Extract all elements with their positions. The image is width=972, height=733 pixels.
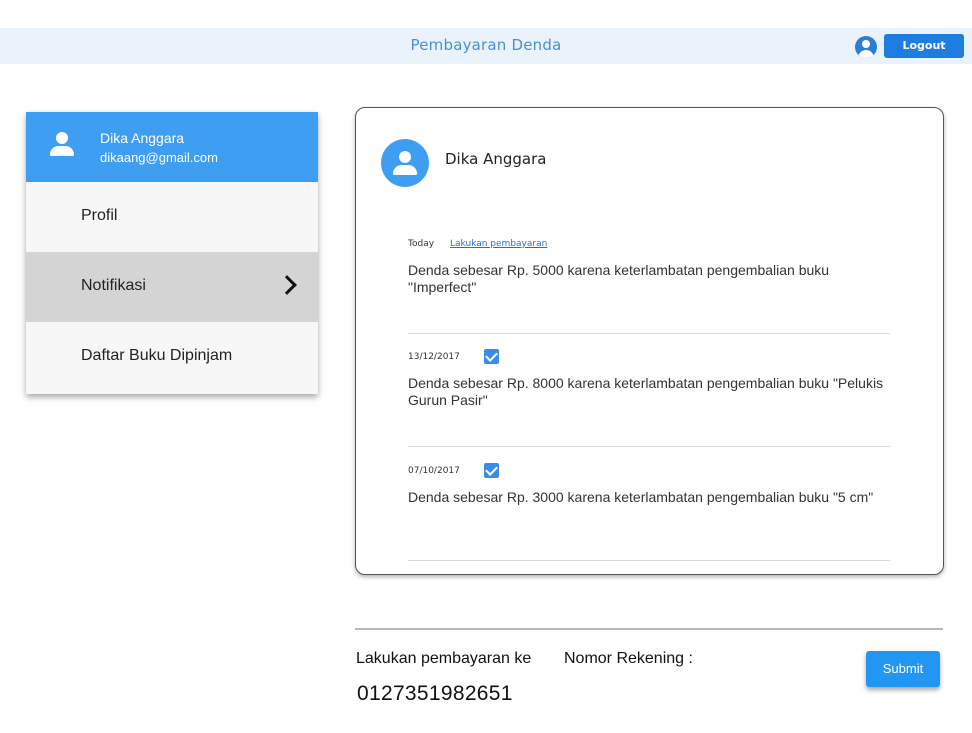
sidebar-user-email: dikaang@gmail.com	[100, 150, 218, 165]
notification-item: 07/10/2017 Denda sebesar Rp. 3000 karena…	[408, 463, 890, 506]
page-title: Pembayaran Denda	[410, 36, 562, 54]
divider	[408, 333, 890, 334]
card-user-name: Dika Anggara	[445, 150, 547, 168]
divider	[408, 446, 890, 447]
sidebar-item-notifikasi[interactable]: Notifikasi	[26, 252, 318, 322]
account-number: 0127351982651	[357, 682, 513, 705]
logout-button[interactable]: Logout	[884, 34, 964, 58]
payment-label: Lakukan pembayaran ke	[356, 650, 532, 667]
checkbox-checked-icon[interactable]	[484, 463, 499, 478]
account-number-label: Nomor Rekening :	[564, 650, 693, 667]
notification-card: Dika Anggara Today Lakukan pembayaran De…	[355, 107, 944, 575]
user-circle-icon[interactable]	[855, 36, 877, 58]
notification-message: Denda sebesar Rp. 3000 karena keterlamba…	[408, 489, 874, 505]
sidebar-item-daftar-buku[interactable]: Daftar Buku Dipinjam	[26, 322, 318, 392]
sidebar-item-label: Notifikasi	[81, 277, 146, 294]
notification-date: 13/12/2017	[408, 352, 460, 362]
submit-button[interactable]: Submit	[866, 651, 940, 687]
notification-item: Today Lakukan pembayaran Denda sebesar R…	[408, 236, 890, 296]
sidebar-item-profil[interactable]: Profil	[26, 182, 318, 252]
chevron-right-icon	[277, 275, 297, 295]
person-icon	[50, 132, 74, 158]
sidebar: Dika Anggara dikaang@gmail.com Profil No…	[26, 112, 318, 394]
sidebar-user-name: Dika Anggara	[100, 130, 185, 146]
notification-message: Denda sebesar Rp. 8000 karena keterlamba…	[408, 375, 884, 408]
section-divider	[355, 628, 943, 630]
top-bar: Pembayaran Denda Logout	[0, 28, 972, 64]
checkbox-checked-icon[interactable]	[484, 349, 499, 364]
notification-date: Today	[408, 239, 435, 249]
sidebar-user-header: Dika Anggara dikaang@gmail.com	[26, 112, 318, 182]
person-icon	[381, 139, 429, 187]
divider	[408, 560, 890, 561]
sidebar-item-label: Profil	[81, 207, 118, 224]
notification-message: Denda sebesar Rp. 5000 karena keterlamba…	[408, 262, 830, 295]
sidebar-item-label: Daftar Buku Dipinjam	[81, 347, 233, 364]
notification-item: 13/12/2017 Denda sebesar Rp. 8000 karena…	[408, 349, 890, 409]
notification-date: 07/10/2017	[408, 466, 460, 476]
pay-now-link[interactable]: Lakukan pembayaran	[450, 239, 547, 249]
